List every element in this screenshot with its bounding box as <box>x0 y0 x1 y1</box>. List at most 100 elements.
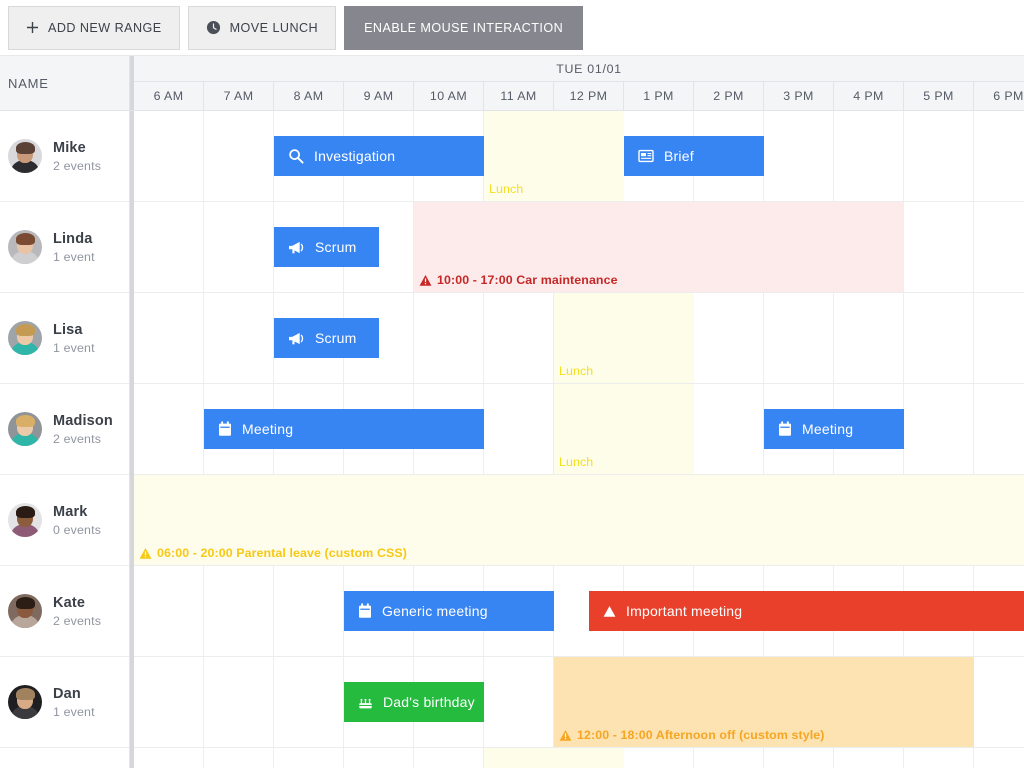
resource-event-count: 1 event <box>53 340 95 355</box>
warning-icon <box>139 547 152 560</box>
cake-icon <box>358 695 373 710</box>
hour-header-cell: 11 AM <box>484 82 554 110</box>
time-range-block[interactable]: 12:00 - 18:00 Afternoon off (custom styl… <box>554 657 974 747</box>
resource-row[interactable]: Mike 2 events <box>0 111 129 202</box>
warning-icon <box>419 274 432 287</box>
time-range-label: Lunch <box>554 455 598 474</box>
mark-avatar <box>8 503 42 537</box>
time-range-text: Lunch <box>489 182 524 196</box>
timeline-grid[interactable]: Lunch 10:00 - 17:00 Car maintenance Lunch L… <box>130 111 1024 768</box>
date-header-label: TUE 01/01 <box>134 56 1024 82</box>
time-range-label: Lunch <box>484 182 528 201</box>
resource-row[interactable]: Madison 2 events <box>0 384 129 475</box>
event-block[interactable]: Important meeting <box>589 591 1024 631</box>
time-range-label: Lunch <box>554 364 598 383</box>
time-range-block[interactable]: 06:00 - 20:00 Parental leave (custom CSS… <box>134 475 1024 565</box>
hour-header-cell: 2 PM <box>694 82 764 110</box>
time-range-label: 12:00 - 18:00 Afternoon off (custom styl… <box>554 728 829 747</box>
time-range-text: 10:00 - 17:00 Car maintenance <box>437 273 618 287</box>
megaphone-icon <box>288 331 305 346</box>
add-new-range-label: ADD NEW RANGE <box>48 20 162 35</box>
event-label: Important meeting <box>626 603 743 619</box>
event-block[interactable]: Brief <box>624 136 764 176</box>
resource-row[interactable]: Dan 1 event <box>0 657 129 748</box>
hour-header-cell: 4 PM <box>834 82 904 110</box>
scheduler-header: NAME TUE 01/01 6 AM 7 AM 8 AM 9 AM 10 AM 11 A… <box>0 56 1024 111</box>
time-range-block[interactable]: Lunch <box>484 111 624 201</box>
resource-row[interactable]: Lisa 1 event <box>0 293 129 384</box>
warning-icon <box>603 605 616 618</box>
move-lunch-button[interactable]: MOVE LUNCH <box>187 5 337 50</box>
kate-avatar <box>8 594 42 628</box>
grid-horizontal-line <box>134 565 1024 566</box>
resource-row[interactable]: Linda 1 event <box>0 202 129 293</box>
hour-header-cell: 8 AM <box>274 82 344 110</box>
add-new-range-button[interactable]: ADD NEW RANGE <box>8 5 180 50</box>
scheduler-body: Mike 2 events Linda 1 event Lisa 1 event Madis… <box>0 111 1024 768</box>
event-block[interactable]: Generic meeting <box>344 591 554 631</box>
toolbar: ADD NEW RANGE MOVE LUNCH ENABLE MOUSE IN… <box>0 0 1024 56</box>
hour-header-cell: 3 PM <box>764 82 834 110</box>
warning-icon <box>559 729 572 742</box>
megaphone-icon <box>288 240 305 255</box>
enable-mouse-interaction-button[interactable]: ENABLE MOUSE INTERACTION <box>344 5 584 50</box>
event-block[interactable]: Meeting <box>204 409 484 449</box>
event-label: Investigation <box>314 148 396 164</box>
move-lunch-label: MOVE LUNCH <box>229 20 319 35</box>
hour-header-cell: 9 AM <box>344 82 414 110</box>
time-range-label: 10:00 - 17:00 Car maintenance <box>414 273 623 292</box>
resource-event-count: 1 event <box>53 704 95 719</box>
timeline-grid-inner: Lunch 10:00 - 17:00 Car maintenance Lunch L… <box>134 111 1024 768</box>
resource-name: Dan <box>53 685 81 702</box>
event-label: Dad's birthday <box>383 694 475 710</box>
time-range-text: 12:00 - 18:00 Afternoon off (custom styl… <box>577 728 825 742</box>
event-block[interactable]: Investigation <box>274 136 484 176</box>
dan-avatar <box>8 685 42 719</box>
resource-event-count: 2 events <box>53 613 102 628</box>
resource-name: Kate <box>53 594 86 611</box>
resource-event-count: 2 events <box>53 158 102 173</box>
event-label: Meeting <box>802 421 854 437</box>
resource-row[interactable]: Kate 2 events <box>0 566 129 657</box>
calendar-icon <box>778 421 792 437</box>
hour-header-cell: 12 PM <box>554 82 624 110</box>
time-range-text: Lunch <box>559 455 594 469</box>
resource-event-count: 2 events <box>53 431 102 446</box>
time-range-block[interactable] <box>484 748 624 768</box>
hour-header-cell: 10 AM <box>414 82 484 110</box>
hour-header-cell: 6 PM <box>974 82 1024 110</box>
madison-avatar <box>8 412 42 446</box>
event-block[interactable]: Dad's birthday <box>344 682 484 722</box>
resource-name: Lisa <box>53 321 83 338</box>
resource-row[interactable]: Mark 0 events <box>0 475 129 566</box>
time-range-block[interactable]: 10:00 - 17:00 Car maintenance <box>414 202 904 292</box>
hour-header-cell: 5 PM <box>904 82 974 110</box>
time-range-label: 06:00 - 20:00 Parental leave (custom CSS… <box>134 546 412 565</box>
lisa-avatar <box>8 321 42 355</box>
hour-header-cell: 7 AM <box>204 82 274 110</box>
name-column-header: NAME <box>0 56 130 110</box>
enable-mouse-interaction-label: ENABLE MOUSE INTERACTION <box>364 20 564 35</box>
event-label: Brief <box>664 148 694 164</box>
hour-header-cell: 6 AM <box>134 82 204 110</box>
calendar-icon <box>218 421 232 437</box>
clock-icon <box>206 20 221 35</box>
linda-avatar <box>8 230 42 264</box>
event-block[interactable]: Scrum <box>274 318 379 358</box>
event-label: Meeting <box>242 421 294 437</box>
search-icon <box>288 148 304 164</box>
event-block[interactable]: Meeting <box>764 409 904 449</box>
event-label: Generic meeting <box>382 603 488 619</box>
scheduler: NAME TUE 01/01 6 AM 7 AM 8 AM 9 AM 10 AM 11 A… <box>0 56 1024 768</box>
resource-name: Madison <box>53 412 113 429</box>
resource-event-count: 0 events <box>53 522 102 537</box>
newspaper-icon <box>638 148 654 164</box>
event-block[interactable]: Scrum <box>274 227 379 267</box>
time-range-text: 06:00 - 20:00 Parental leave (custom CSS… <box>157 546 407 560</box>
resource-event-count: 1 event <box>53 249 95 264</box>
time-range-block[interactable]: Lunch <box>554 384 694 474</box>
mike-avatar <box>8 139 42 173</box>
time-range-block[interactable]: Lunch <box>554 293 694 383</box>
plus-icon <box>26 21 39 34</box>
hour-header-row: 6 AM 7 AM 8 AM 9 AM 10 AM 11 AM 12 PM 1 PM 2 PM 3… <box>134 82 1024 110</box>
